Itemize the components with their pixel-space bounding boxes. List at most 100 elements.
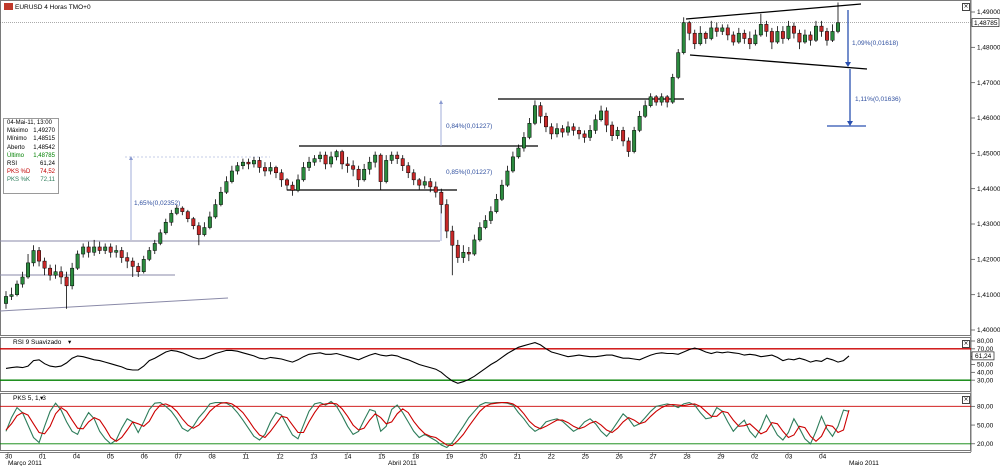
candle-body-down xyxy=(136,266,141,272)
candle-body-up xyxy=(141,259,146,272)
time-tick-label: 12 xyxy=(276,454,284,461)
candle-body-up xyxy=(488,211,493,221)
candle-body-up xyxy=(758,24,763,36)
price-tick-label: 1,40000 xyxy=(977,327,1000,334)
candle-body-up xyxy=(318,154,323,159)
measure-label-3: 0,85%(0,01227) xyxy=(446,169,492,176)
time-tick-label: 03 xyxy=(785,454,793,461)
measure-label-2: 0,84%(0,01227) xyxy=(446,123,492,130)
candle-body-down xyxy=(747,38,752,45)
info-value: 74,52 xyxy=(39,169,55,176)
info-value: 1,48515 xyxy=(33,136,55,143)
time-tick-label: 06 xyxy=(141,454,149,461)
candle-body-up xyxy=(599,110,604,121)
info-row: Aberto 1,48542 xyxy=(4,144,58,152)
time-tick-label: 14 xyxy=(344,454,352,461)
candle-body-up xyxy=(830,31,835,41)
candle-body-down xyxy=(180,207,185,212)
candle-body-up xyxy=(147,250,152,260)
candle-body-down xyxy=(549,126,554,135)
candle-body-down xyxy=(780,31,785,39)
candle xyxy=(676,49,681,80)
candle-body-down xyxy=(125,257,130,262)
info-rows: Máximo 1,49270 Mínimo 1,48515 Aberto 1,48542 Ú… xyxy=(4,127,58,184)
candle-body-down xyxy=(340,151,345,165)
candle xyxy=(681,17,686,55)
candle-body-down xyxy=(417,179,422,186)
candle-body-down xyxy=(279,172,284,181)
time-tick-label: 08 xyxy=(209,454,217,461)
info-date-row: 04-Mai-11, 13:00 xyxy=(4,119,58,127)
price-tick-label: 1,49000 xyxy=(977,9,1000,16)
candle-body-down xyxy=(538,105,543,117)
candle-body-up xyxy=(720,27,725,32)
candle-body-up xyxy=(659,96,664,103)
candle-body-up xyxy=(676,52,681,78)
candle-body-up xyxy=(20,276,25,285)
candle-body-up xyxy=(516,147,521,158)
candle-body-down xyxy=(433,186,438,193)
candle-body-down xyxy=(42,260,47,269)
candle-body-down xyxy=(687,22,692,34)
candle-body-down xyxy=(808,34,813,41)
candle-body-down xyxy=(714,27,719,32)
candle-body-down xyxy=(411,172,416,181)
time-tick-label: 20 xyxy=(480,454,488,461)
stochastic-panel-close-icon[interactable]: × xyxy=(962,396,970,404)
candle-body-up xyxy=(252,160,256,165)
time-tick-label: 07 xyxy=(175,454,183,461)
candle-body-down xyxy=(406,165,411,174)
trading-chart: 1,40000 1,41000 1,42000 1,43000 1,44000 1,450… xyxy=(0,0,1000,466)
candle-body-down xyxy=(665,96,670,103)
info-label: PKS %K xyxy=(7,177,31,184)
rsi-tick-label: 50,00 xyxy=(977,362,994,369)
candle-body-down xyxy=(86,246,91,253)
info-value: 1,49270 xyxy=(33,128,55,135)
candle-body-up xyxy=(499,184,504,200)
candle-body-up xyxy=(31,250,36,264)
candle xyxy=(670,73,675,104)
info-date: 04-Mai-11, 13:00 xyxy=(7,120,52,126)
candle-body-down xyxy=(450,230,455,246)
candle-body-down xyxy=(378,154,383,182)
candle-body-up xyxy=(268,167,273,172)
info-row: PKS %D 74,52 xyxy=(4,168,58,176)
candle-body-up xyxy=(555,128,559,135)
candle-body-down xyxy=(428,181,433,188)
candle-body-up xyxy=(307,161,311,168)
candle-body-down xyxy=(185,211,190,219)
price-tick-label: 1,46000 xyxy=(977,115,1000,122)
candle-body-down xyxy=(108,246,113,253)
candle-body-down xyxy=(731,34,736,43)
candle-body-down xyxy=(191,218,196,227)
info-row: RSI 61,24 xyxy=(4,160,58,168)
rsi-tick-label: 80,00 xyxy=(977,338,994,345)
candle-body-up xyxy=(527,123,532,138)
candle-body-down xyxy=(130,260,135,267)
candle-body-down xyxy=(466,252,471,255)
candle-body-down xyxy=(285,179,289,186)
candle-body-down xyxy=(345,163,350,166)
candle-body-up xyxy=(114,250,119,253)
candle-body-down xyxy=(59,271,64,278)
candle-body-up xyxy=(81,246,86,255)
candle-body-down xyxy=(444,204,449,232)
info-value: 1,48785 xyxy=(33,152,55,159)
candle-body-down xyxy=(246,161,251,165)
price-tick-label: 1,44000 xyxy=(977,186,1000,193)
candle-body-up xyxy=(174,207,179,214)
time-tick-label: 21 xyxy=(514,454,522,461)
candle-body-up xyxy=(26,262,30,278)
candle-body-down xyxy=(97,246,102,251)
info-label: Máximo xyxy=(7,128,29,135)
time-tick-label: 25 xyxy=(582,454,590,461)
info-row: Máximo 1,49270 xyxy=(4,127,58,135)
candle-body-up xyxy=(235,165,240,172)
price-panel-close-icon[interactable]: × xyxy=(962,3,970,11)
candle-body-up xyxy=(681,22,686,53)
info-row: PKS %K 72,11 xyxy=(4,176,58,184)
candle-body-down xyxy=(257,160,262,168)
stochastic-tick-label: 80,00 xyxy=(977,404,994,411)
rsi-panel-close-icon[interactable]: × xyxy=(962,340,970,348)
candle-body-up xyxy=(736,32,741,43)
